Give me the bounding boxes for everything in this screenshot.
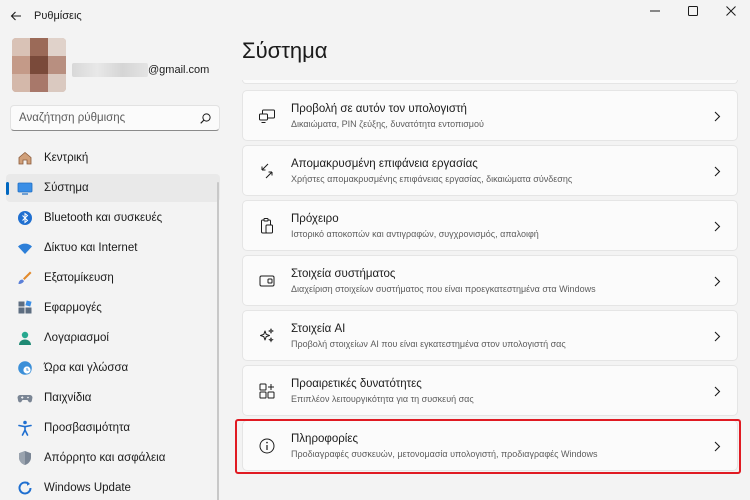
- close-icon: [726, 6, 736, 16]
- apps-icon: [16, 299, 34, 317]
- app-title: Ρυθμίσεις: [34, 10, 82, 22]
- sidebar-item-gaming[interactable]: Παιχνίδια: [6, 384, 220, 412]
- card-project-to-pc[interactable]: Προβολή σε αυτόν τον υπολογιστή Δικαιώμα…: [242, 90, 738, 141]
- optional-features-icon: [256, 380, 278, 402]
- sidebar-item-accounts[interactable]: Λογαριασμοί: [6, 324, 220, 352]
- card-clipboard[interactable]: Πρόχειρο Ιστορικό αποκοπών και αντιγραφώ…: [242, 200, 738, 251]
- sidebar-item-home[interactable]: Κεντρική: [6, 144, 220, 172]
- sidebar-scrollbar[interactable]: [217, 182, 219, 500]
- chevron-right-icon: [711, 164, 723, 178]
- sidebar-item-network[interactable]: Δίκτυο και Internet: [6, 234, 220, 262]
- sidebar-item-apps[interactable]: Εφαρμογές: [6, 294, 220, 322]
- settings-card-list: Προβολή σε αυτόν τον υπολογιστή Δικαιώμα…: [242, 90, 738, 475]
- bluetooth-icon: [16, 209, 34, 227]
- maximize-icon: [688, 6, 698, 16]
- sidebar-item-accessibility[interactable]: Προσβασιμότητα: [6, 414, 220, 442]
- remote-desktop-icon: [256, 160, 278, 182]
- sidebar-item-windows-update[interactable]: Windows Update: [6, 474, 220, 500]
- sidebar-item-system[interactable]: Σύστημα: [6, 174, 220, 202]
- card-remote-desktop[interactable]: Απομακρυσμένη επιφάνεια εργασίας Χρήστες…: [242, 145, 738, 196]
- accessibility-icon: [16, 419, 34, 437]
- back-button[interactable]: [0, 0, 32, 32]
- avatar: [12, 38, 66, 92]
- sidebar: @gmail.com Κεντρική Σύστημα Bluetooth κα: [0, 32, 230, 500]
- info-icon: [256, 435, 278, 457]
- shield-icon: [16, 449, 34, 467]
- maximize-button[interactable]: [674, 0, 712, 22]
- person-icon: [16, 329, 34, 347]
- system-components-icon: [256, 270, 278, 292]
- wifi-icon: [16, 239, 34, 257]
- close-button[interactable]: [712, 0, 750, 22]
- sidebar-item-personalization[interactable]: Εξατομίκευση: [6, 264, 220, 292]
- sidebar-item-privacy-security[interactable]: Απόρρητο και ασφάλεια: [6, 444, 220, 472]
- search-icon: [200, 112, 211, 124]
- sidebar-item-time-language[interactable]: Ώρα και γλώσσα: [6, 354, 220, 382]
- page-title: Σύστημα: [242, 38, 328, 63]
- chevron-right-icon: [711, 439, 723, 453]
- minimize-button[interactable]: [636, 0, 674, 22]
- title-bar: Ρυθμίσεις: [0, 0, 750, 32]
- card-system-components[interactable]: Στοιχεία συστήματος Διαχείριση στοιχείων…: [242, 255, 738, 306]
- card-about[interactable]: Πληροφορίες Προδιαγραφές συσκευών, μετον…: [242, 420, 738, 471]
- search-box[interactable]: [10, 105, 220, 131]
- card-ai-components[interactable]: Στοιχεία AI Προβολή στοιχείων AI που είν…: [242, 310, 738, 361]
- card-optional-features[interactable]: Προαιρετικές δυνατότητες Επιπλέον λειτου…: [242, 365, 738, 416]
- chevron-right-icon: [711, 109, 723, 123]
- back-arrow-icon: [10, 11, 21, 21]
- clipboard-icon: [256, 215, 278, 237]
- update-icon: [16, 479, 34, 497]
- user-email: @gmail.com: [148, 64, 210, 76]
- chevron-right-icon: [711, 274, 723, 288]
- brush-icon: [16, 269, 34, 287]
- chevron-right-icon: [711, 384, 723, 398]
- sidebar-item-bluetooth[interactable]: Bluetooth και συσκευές: [6, 204, 220, 232]
- email-redacted: [72, 63, 148, 77]
- minimize-icon: [650, 10, 660, 12]
- window-controls: [636, 0, 750, 22]
- monitor-icon: [16, 179, 34, 197]
- previous-card-edge: [242, 80, 738, 84]
- clock-globe-icon: [16, 359, 34, 377]
- home-icon: [16, 149, 34, 167]
- chevron-right-icon: [711, 329, 723, 343]
- project-to-pc-icon: [256, 105, 278, 127]
- sidebar-nav: Κεντρική Σύστημα Bluetooth και συσκευές …: [6, 144, 220, 500]
- sparkle-icon: [256, 325, 278, 347]
- gamepad-icon: [16, 389, 34, 407]
- search-input[interactable]: [19, 112, 200, 124]
- chevron-right-icon: [711, 219, 723, 233]
- user-profile[interactable]: @gmail.com: [12, 38, 209, 92]
